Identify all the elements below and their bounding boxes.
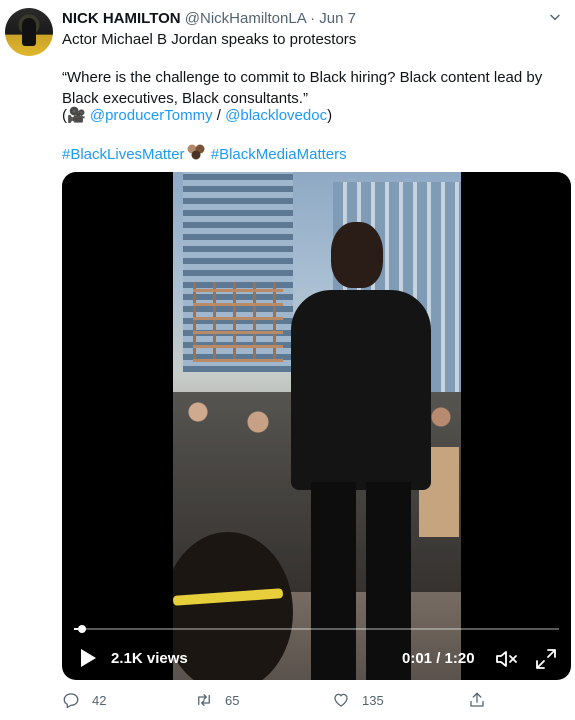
video-frame [173,172,461,680]
reply-count: 42 [92,692,107,708]
speaker-body [291,290,431,490]
share-icon [470,692,484,707]
like-button[interactable]: 135 [332,689,384,711]
fullscreen-button[interactable] [534,647,558,671]
speaker-head [331,222,383,288]
mention-producer-tommy[interactable]: @producerTommy [90,107,213,124]
avatar-figure [22,18,36,46]
video-progress-handle[interactable] [78,625,87,633]
separator-dot: · [310,10,316,27]
tweet-credits: (🎥 @producerTommy / @blacklovedoc) [62,105,570,126]
play-icon [81,649,96,667]
hashtag-black-media-matters[interactable]: #BlackMediaMatters [211,146,347,163]
tweet-hashtags: #BlackLivesMatter #BlackMediaMatters [62,143,570,167]
video-time: 0:01 / 1:20 [402,650,475,667]
credit-close: ) [327,107,333,124]
like-count: 135 [362,692,384,708]
tweet-date[interactable]: Jun 7 [319,10,356,27]
speaker-legs [311,482,411,680]
share-button[interactable] [468,689,498,711]
author-handle[interactable]: @NickHamiltonLA [185,10,306,27]
heart-icon [334,693,348,707]
fullscreen-icon [536,649,556,669]
reply-button[interactable]: 42 [62,689,106,711]
view-count: 2.1K views [111,650,188,667]
avatar[interactable] [5,8,53,56]
author-name[interactable]: NICK HAMILTON [62,10,181,27]
raised-fists-emoji-icon [185,143,207,167]
mention-blacklovedoc[interactable]: @blacklovedoc [225,107,327,124]
credit-separator: / [212,107,226,124]
video-progress-bar[interactable] [74,625,559,633]
tweet-text-line: Actor Michael B Jordan speaks to protest… [62,31,357,48]
retweet-count: 65 [225,692,240,708]
tweet-quote: “Where is the challenge to commit to Bla… [62,69,543,107]
scaffold [193,282,283,362]
retweet-button[interactable]: 65 [195,689,239,711]
credit-open: (🎥 [62,107,90,124]
chevron-down-icon[interactable] [545,9,565,29]
tweet-header: NICK HAMILTON @NickHamiltonLA · Jun 7 [62,9,565,29]
play-button[interactable] [76,646,100,670]
reply-icon [63,693,79,709]
retweet-icon [198,694,210,706]
video-player[interactable]: 2.1K views 0:01 / 1:20 [62,172,571,680]
muted-speaker-icon [496,651,517,667]
hashtag-black-lives-matter[interactable]: #BlackLivesMatter [62,146,185,163]
mute-button[interactable] [494,647,518,671]
tweet-actions: 42 65 135 [62,689,502,711]
